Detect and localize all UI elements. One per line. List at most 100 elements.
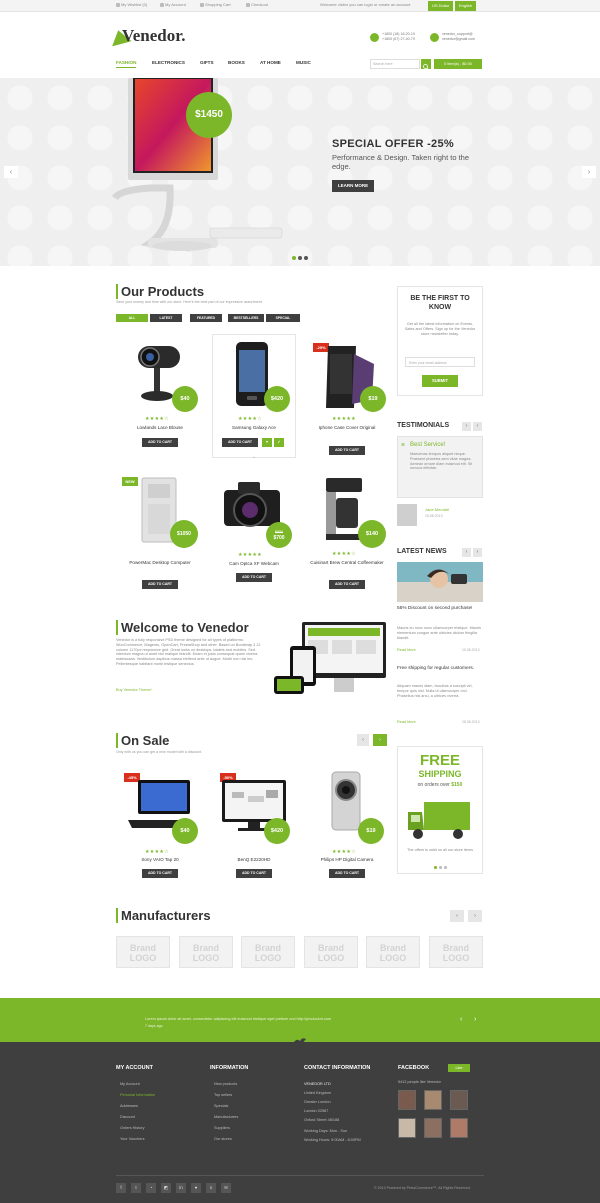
news-item-title[interactable]: Free shipping for regular customers.	[397, 666, 483, 672]
facebook-icon[interactable]: f	[116, 1183, 126, 1193]
facebook-fan-avatar[interactable]	[424, 1118, 442, 1138]
cart-link[interactable]: Shopping Cart	[200, 2, 231, 7]
news-read-more[interactable]: Read More	[397, 648, 416, 652]
footer-link[interactable]: Specials	[214, 1104, 228, 1108]
newsletter-submit-button[interactable]: SUBMIT	[422, 375, 458, 387]
add-to-cart-button[interactable]: ADD TO CART	[329, 580, 365, 589]
product-name[interactable]: Philips HP Digital Camera	[302, 857, 392, 863]
slider-dot[interactable]	[298, 256, 302, 260]
wishlist-link[interactable]: My Wishlist (0)	[116, 2, 147, 7]
add-to-cart-button[interactable]: ADD TO CART	[142, 438, 178, 447]
product-name[interactable]: Iphone Case Cover Original	[302, 425, 392, 431]
facebook-fan-avatar[interactable]	[398, 1090, 416, 1110]
tab-featured[interactable]: FEATURED	[190, 314, 222, 322]
add-to-cart-button[interactable]: ADD TO CART	[329, 446, 365, 455]
tweet-next[interactable]: ›	[474, 1016, 476, 1023]
tab-special[interactable]: SPECIAL	[266, 314, 300, 322]
news-item-title[interactable]: 55% Discount on second purchase!	[397, 606, 483, 612]
facebook-fan-avatar[interactable]	[398, 1118, 416, 1138]
add-to-cart-button[interactable]: ADD TO CART	[236, 869, 272, 878]
product-name[interactable]: Cuisinart Brew Central Coffeemaker	[302, 560, 392, 566]
shipping-dot[interactable]	[444, 866, 447, 869]
brand-logo[interactable]: Brand LOGO	[304, 936, 358, 968]
buy-theme-link[interactable]: Buy Venedor Theme!	[116, 688, 152, 692]
manufacturers-prev[interactable]: ‹	[450, 910, 464, 922]
slider-dot[interactable]	[304, 256, 308, 260]
add-to-cart-button[interactable]: ADD TO CART	[236, 573, 272, 582]
footer-link[interactable]: Orders History	[120, 1126, 144, 1130]
footer-link[interactable]: Our stores	[214, 1137, 232, 1141]
tab-bestsellers[interactable]: BESTSELLERS	[228, 314, 264, 322]
facebook-fan-avatar[interactable]	[450, 1090, 468, 1110]
add-to-cart-button[interactable]: ADD TO CART	[142, 869, 178, 878]
facebook-fan-avatar[interactable]	[450, 1118, 468, 1138]
product-name[interactable]: Sony VAIO Tap 20	[116, 857, 204, 863]
twitter-icon[interactable]: t	[131, 1183, 141, 1193]
brand-logo[interactable]: Brand LOGO	[179, 936, 233, 968]
footer-link[interactable]: Suppliers	[214, 1126, 230, 1130]
manufacturers-next[interactable]: ›	[468, 910, 482, 922]
brand-logo[interactable]: Brand LOGO	[366, 936, 420, 968]
product-name[interactable]: Lowlands Lace Blouse	[116, 425, 204, 431]
footer-link[interactable]: Discount	[120, 1115, 135, 1119]
product-name[interactable]: PowerMac Desktop Computer	[120, 560, 200, 566]
news-next[interactable]: ›	[473, 548, 482, 557]
shipping-dot-active[interactable]	[434, 866, 437, 869]
checkout-link[interactable]: Checkout	[246, 2, 268, 7]
flickr-icon[interactable]: ●	[191, 1183, 201, 1193]
footer-link[interactable]: Addresses	[120, 1104, 138, 1108]
onsale-next[interactable]: ›	[373, 734, 387, 746]
footer-link[interactable]: Top sellers	[214, 1093, 232, 1097]
brand-logo[interactable]: Brand LOGO	[241, 936, 295, 968]
facebook-fan-avatar[interactable]	[424, 1090, 442, 1110]
nav-fashion[interactable]: FASHION	[116, 60, 137, 68]
footer-link[interactable]: Your Vouchers	[120, 1137, 145, 1141]
news-prev[interactable]: ‹	[462, 548, 471, 557]
nav-books[interactable]: BOOKS	[228, 60, 245, 65]
nav-music[interactable]: MUSIC	[296, 60, 311, 65]
add-to-cart-button[interactable]: ADD TO CART	[142, 580, 178, 589]
testimonials-prev[interactable]: ‹	[462, 422, 471, 431]
logo[interactable]: Venedor.	[122, 26, 185, 46]
search-button[interactable]	[421, 59, 431, 70]
rss-icon[interactable]: ◔	[146, 1183, 156, 1193]
nav-electronics[interactable]: ELECTRONICS	[152, 60, 185, 65]
product-name[interactable]: Samsung Galaxy Ace	[212, 425, 296, 431]
wishlist-button[interactable]: ♥	[262, 438, 272, 447]
slider-dot-active[interactable]	[292, 256, 296, 260]
tweet-prev[interactable]: ‹	[460, 1016, 462, 1023]
currency-select[interactable]: US Dollar	[428, 1, 454, 11]
footer-link[interactable]: My Account	[120, 1082, 140, 1086]
news-read-more[interactable]: Read More	[397, 720, 416, 724]
email-icon[interactable]: ✉	[221, 1183, 231, 1193]
brand-logo[interactable]: Brand LOGO	[429, 936, 483, 968]
delicious-icon[interactable]: ◩	[161, 1183, 171, 1193]
hero-prev-arrow[interactable]: ‹	[4, 166, 18, 178]
product-name[interactable]: Cam Optca XF Webcam	[212, 561, 296, 567]
footer-link[interactable]: Personal Information	[120, 1093, 155, 1097]
language-select[interactable]: English	[455, 1, 477, 11]
cart-button[interactable]: 0 item(s) - $0.00	[434, 59, 482, 69]
tab-all[interactable]: ALL	[116, 314, 148, 322]
tab-latest[interactable]: LATEST	[150, 314, 182, 322]
learn-more-button[interactable]: LEARN MORE	[332, 180, 374, 192]
add-to-cart-button[interactable]: ADD TO CART	[222, 438, 258, 447]
facebook-like-button[interactable]: Like	[448, 1064, 470, 1072]
linkedin-icon[interactable]: in	[176, 1183, 186, 1193]
search-input[interactable]: Search here	[370, 59, 420, 69]
nav-at-home[interactable]: AT HOME	[260, 60, 281, 65]
hero-next-arrow[interactable]: ›	[582, 166, 596, 178]
nav-gifts[interactable]: GIFTS	[200, 60, 214, 65]
add-to-cart-button[interactable]: ADD TO CART	[329, 869, 365, 878]
brand-logo[interactable]: Brand LOGO	[116, 936, 170, 968]
testimonials-next[interactable]: ›	[473, 422, 482, 431]
footer-link[interactable]: New products	[214, 1082, 237, 1086]
compare-button[interactable]: ✓	[274, 438, 284, 447]
footer-link[interactable]: Manufacturers	[214, 1115, 238, 1119]
product-name[interactable]: BenQ E2220HD	[212, 857, 296, 863]
newsletter-email-input[interactable]: Enter your email address	[405, 357, 475, 367]
skype-icon[interactable]: s	[206, 1183, 216, 1193]
account-link[interactable]: My Account	[160, 2, 186, 7]
onsale-prev[interactable]: ‹	[357, 734, 369, 746]
shipping-dot[interactable]	[439, 866, 442, 869]
